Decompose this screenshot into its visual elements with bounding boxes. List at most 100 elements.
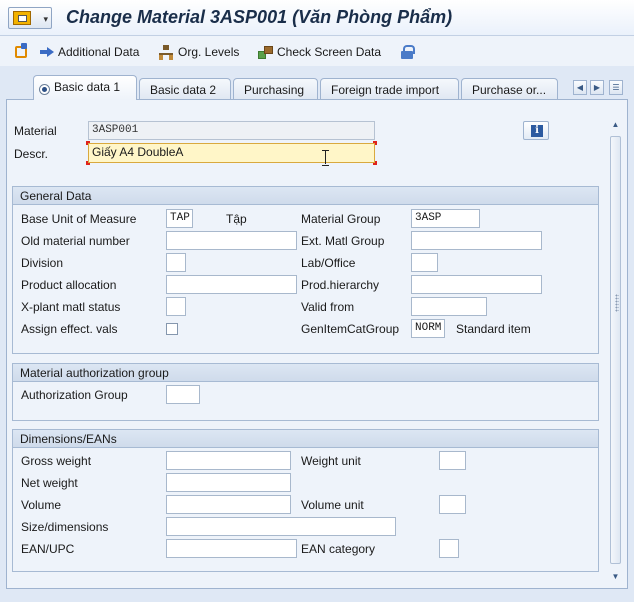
weight-unit-field[interactable] <box>439 451 466 470</box>
additional-data-button[interactable]: Additional Data <box>40 43 139 61</box>
base-uom-label: Base Unit of Measure <box>21 212 137 226</box>
gross-weight-field[interactable] <box>166 451 291 470</box>
application-toolbar: Additional Data Org. Levels Check Screen… <box>0 36 634 66</box>
old-material-label: Old material number <box>21 234 130 248</box>
description-label: Descr. <box>14 147 49 161</box>
base-uom-field[interactable]: TAP <box>166 209 193 228</box>
info-icon: i <box>531 125 543 137</box>
lock-icon <box>401 45 415 59</box>
sap-menu-icon <box>13 11 31 25</box>
group-title: Dimensions/EANs <box>13 430 598 448</box>
material-group-label: Material Group <box>301 212 381 226</box>
size-dimensions-field[interactable] <box>166 517 396 536</box>
tab-list-icon: ☰ <box>612 83 620 92</box>
splitter-grip-icon[interactable] <box>615 294 619 312</box>
ean-upc-field[interactable] <box>166 539 297 558</box>
valid-from-field[interactable] <box>411 297 487 316</box>
tab-list-button[interactable]: ☰ <box>609 80 623 95</box>
division-field[interactable] <box>166 253 186 272</box>
org-levels-button[interactable]: Org. Levels <box>159 43 239 61</box>
tab-purchase-order[interactable]: Purchase or... <box>461 78 558 100</box>
xplant-status-field[interactable] <box>166 297 186 316</box>
base-uom-text: Tập <box>226 212 247 226</box>
focus-marker <box>86 141 90 145</box>
check-screen-data-label: Check Screen Data <box>277 45 382 59</box>
gen-item-cat-field[interactable]: NORM <box>411 319 445 338</box>
gen-item-cat-label: GenItemCatGroup <box>301 322 400 336</box>
focus-marker <box>86 161 90 165</box>
org-structure-icon <box>159 45 174 60</box>
tab-strip: Basic data 1 Basic data 2 Purchasing For… <box>0 72 634 100</box>
valid-from-label: Valid from <box>301 300 355 314</box>
volume-label: Volume <box>21 498 62 512</box>
tab-scroll-left-button[interactable]: ◀ <box>573 80 587 95</box>
scroll-down-icon[interactable]: ▼ <box>610 572 621 582</box>
material-group-field[interactable]: 3ASP <box>411 209 480 228</box>
assign-effect-label: Assign effect. vals <box>21 322 118 336</box>
tab-foreign-trade-import[interactable]: Foreign trade import <box>320 78 459 100</box>
ext-matl-group-label: Ext. Matl Group <box>301 234 385 248</box>
auth-group-label: Authorization Group <box>21 388 128 402</box>
volume-unit-label: Volume unit <box>301 498 364 512</box>
assign-effect-checkbox[interactable] <box>166 323 178 335</box>
prod-hierarchy-field[interactable] <box>411 275 542 294</box>
focus-marker <box>373 141 377 145</box>
tab-scroll-right-button[interactable]: ▶ <box>590 80 604 95</box>
old-material-field[interactable] <box>166 231 297 250</box>
lock-button[interactable] <box>401 43 415 61</box>
title-bar: ▾ Change Material 3ASP001 (Văn Phòng Phẩ… <box>0 0 634 36</box>
size-dimensions-label: Size/dimensions <box>21 520 109 534</box>
tab-label: Basic data 2 <box>150 83 217 97</box>
product-allocation-field[interactable] <box>166 275 297 294</box>
net-weight-field[interactable] <box>166 473 291 492</box>
prod-hierarchy-label: Prod.hierarchy <box>301 278 380 292</box>
volume-unit-field[interactable] <box>439 495 466 514</box>
division-label: Division <box>21 256 64 270</box>
ean-category-label: EAN category <box>301 542 376 556</box>
xplant-status-label: X-plant matl status <box>21 300 121 314</box>
tab-label: Purchasing <box>244 83 305 97</box>
active-tab-icon <box>39 84 50 95</box>
auth-group-field[interactable] <box>166 385 200 404</box>
additional-data-label: Additional Data <box>58 45 140 59</box>
ean-category-field[interactable] <box>439 539 459 558</box>
check-screen-data-button[interactable]: Check Screen Data <box>258 43 381 61</box>
page-title: Change Material 3ASP001 (Văn Phòng Phẩm) <box>66 7 453 27</box>
scrollbar-thumb[interactable] <box>610 136 621 564</box>
focus-marker <box>373 161 377 165</box>
tab-label: Foreign trade import <box>331 83 440 97</box>
chevron-down-icon: ▾ <box>43 14 48 24</box>
arrow-right-icon <box>40 47 54 57</box>
system-menu-button[interactable]: ▾ <box>8 7 52 29</box>
ean-upc-label: EAN/UPC <box>21 542 75 556</box>
gross-weight-label: Gross weight <box>21 454 92 468</box>
net-weight-label: Net weight <box>21 476 78 490</box>
chevron-right-icon: ▶ <box>593 83 601 92</box>
tab-purchasing[interactable]: Purchasing <box>233 78 318 100</box>
group-title: General Data <box>13 187 598 205</box>
product-allocation-label: Product allocation <box>21 278 117 292</box>
weight-unit-label: Weight unit <box>301 454 361 468</box>
volume-field[interactable] <box>166 495 291 514</box>
tab-label: Purchase or... <box>472 83 547 97</box>
copy-button[interactable] <box>15 43 27 61</box>
lab-office-label: Lab/Office <box>301 256 356 270</box>
vertical-scrollbar[interactable]: ▲ ▼ <box>608 116 623 586</box>
group-title: Material authorization group <box>13 364 598 382</box>
tab-basic-data-2[interactable]: Basic data 2 <box>139 78 231 100</box>
material-field: 3ASP001 <box>88 121 375 140</box>
ext-matl-group-field[interactable] <box>411 231 542 250</box>
tab-label: Basic data 1 <box>54 80 121 94</box>
check-screen-icon <box>258 45 273 59</box>
chevron-left-icon: ◀ <box>576 83 584 92</box>
lab-office-field[interactable] <box>411 253 438 272</box>
scroll-up-icon[interactable]: ▲ <box>610 120 621 130</box>
text-cursor-icon <box>322 150 329 166</box>
description-field[interactable]: Giấy A4 DoubleA <box>88 143 375 163</box>
tab-basic-data-1[interactable]: Basic data 1 <box>33 75 137 100</box>
material-label: Material <box>14 124 57 138</box>
info-button[interactable]: i <box>523 121 549 140</box>
copy-icon <box>15 43 27 58</box>
org-levels-label: Org. Levels <box>178 45 240 59</box>
gen-item-cat-text: Standard item <box>456 322 531 336</box>
